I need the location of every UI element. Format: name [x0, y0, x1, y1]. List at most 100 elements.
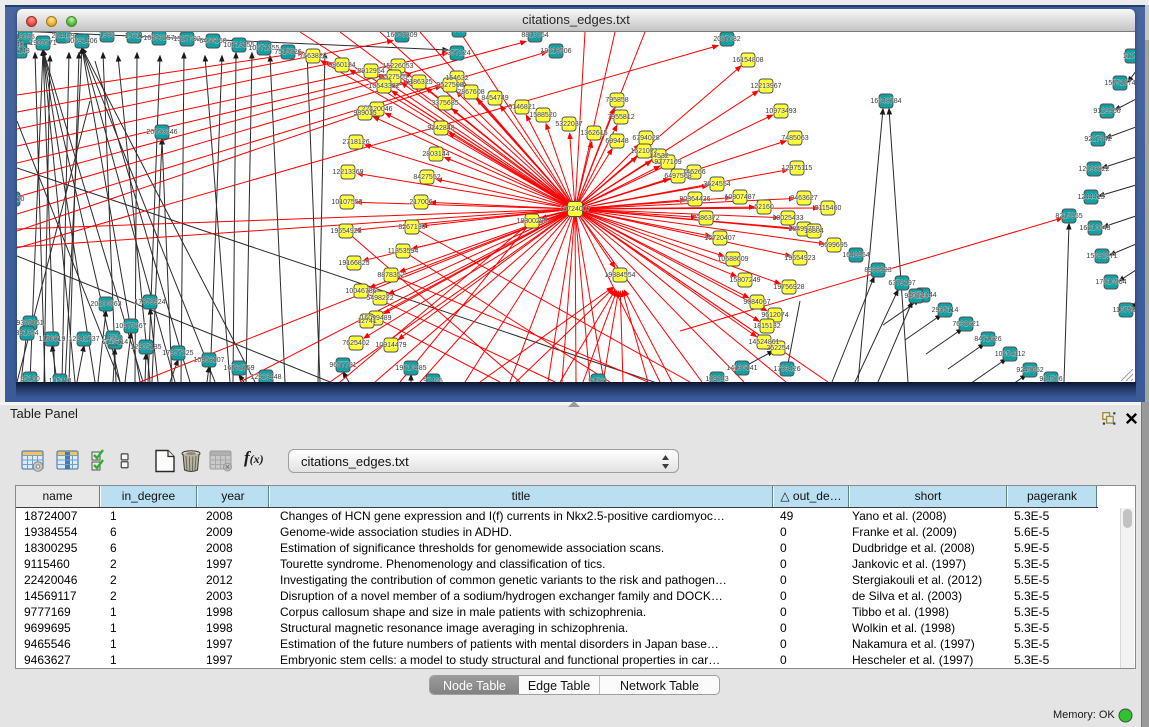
svg-text:19218506: 19218506 [540, 48, 571, 55]
svg-text:12942737: 12942737 [68, 336, 99, 343]
svg-text:15226053: 15226053 [382, 63, 413, 70]
svg-text:11174: 11174 [1123, 53, 1135, 60]
svg-text:8267130: 8267130 [398, 224, 425, 231]
svg-text:8878352: 8878352 [377, 272, 404, 279]
svg-text:9242848: 9242848 [427, 125, 454, 132]
svg-text:98371: 98371 [449, 32, 469, 34]
svg-text:16782759: 16782759 [223, 365, 254, 372]
svg-text:19166825: 19166825 [338, 260, 369, 267]
svg-text:9527505: 9527505 [380, 74, 407, 81]
svg-text:7357224: 7357224 [443, 50, 470, 57]
svg-text:9612074: 9612074 [761, 312, 788, 319]
svg-text:97465: 97465 [423, 378, 443, 382]
svg-text:62160: 62160 [754, 204, 774, 211]
svg-text:7515526: 7515526 [274, 49, 301, 56]
svg-text:12975115: 12975115 [782, 165, 813, 172]
svg-text:8938923: 8938923 [864, 267, 891, 274]
svg-text:2935114: 2935114 [932, 307, 959, 314]
svg-text:105110: 105110 [49, 378, 72, 382]
svg-text:1640954: 1640954 [842, 252, 869, 259]
svg-text:7663822: 7663822 [299, 53, 326, 60]
svg-text:9335061: 9335061 [17, 320, 44, 327]
svg-text:9527508: 9527508 [436, 82, 463, 89]
svg-text:10975867: 10975867 [115, 323, 146, 330]
svg-text:10543382: 10543382 [368, 83, 399, 90]
svg-text:9146821: 9146821 [508, 104, 535, 111]
svg-text:10688609: 10688609 [717, 256, 748, 263]
svg-text:19143: 19143 [17, 48, 30, 55]
svg-text:2803144: 2803144 [422, 151, 449, 158]
svg-text:91581: 91581 [588, 378, 608, 382]
svg-text:5322037: 5322037 [555, 121, 582, 128]
svg-text:12923448: 12923448 [250, 374, 281, 381]
svg-text:989015: 989015 [353, 110, 376, 117]
svg-text:8215955: 8215955 [1055, 213, 1082, 220]
svg-text:6379197: 6379197 [888, 280, 915, 287]
svg-text:7955812: 7955812 [607, 114, 634, 121]
svg-text:9657791: 9657791 [329, 362, 356, 369]
svg-text:8186325: 8186325 [405, 79, 432, 86]
svg-text:19384554: 19384554 [604, 272, 635, 279]
svg-text:8427552: 8427552 [413, 174, 440, 181]
svg-text:1983: 1983 [99, 32, 115, 39]
svg-text:15751074: 15751074 [1104, 80, 1135, 87]
svg-text:795858: 795858 [605, 97, 628, 104]
svg-text:7485063: 7485063 [781, 135, 808, 142]
svg-text:18300295: 18300295 [516, 218, 547, 225]
svg-text:9129966: 9129966 [1093, 108, 1120, 115]
svg-text:18724007: 18724007 [559, 206, 590, 213]
svg-text:10973493: 10973493 [765, 108, 796, 115]
svg-text:11353594: 11353594 [388, 248, 419, 255]
svg-text:3624554: 3624554 [703, 181, 730, 188]
svg-text:1527602: 1527602 [173, 36, 200, 43]
svg-text:1905571: 1905571 [29, 40, 56, 47]
svg-text:17359924: 17359924 [134, 299, 165, 306]
svg-text:8471626: 8471626 [974, 336, 1001, 343]
svg-text:10654112: 10654112 [995, 351, 1026, 358]
svg-text:9463627: 9463627 [790, 195, 817, 202]
svg-text:20053346: 20053346 [146, 129, 177, 136]
svg-text:95100: 95100 [20, 376, 40, 382]
svg-text:19654925: 19654925 [330, 228, 361, 235]
svg-text:12741: 12741 [357, 318, 377, 325]
svg-text:7632621: 7632621 [952, 321, 979, 328]
svg-text:2718126: 2718126 [342, 139, 369, 146]
svg-text:15807249: 15807249 [729, 277, 760, 284]
svg-text:6794028: 6794028 [632, 135, 659, 142]
svg-text:16154808: 16154808 [732, 57, 763, 64]
svg-text:12213369: 12213369 [332, 169, 363, 176]
svg-text:17016504: 17016504 [1095, 279, 1126, 286]
svg-text:10914479: 10914479 [375, 342, 406, 349]
svg-text:20440: 20440 [17, 42, 24, 49]
svg-text:252254: 252254 [766, 345, 789, 352]
svg-text:15692971: 15692971 [1086, 253, 1117, 260]
svg-text:12213967: 12213967 [750, 83, 781, 90]
svg-text:16053809: 16053809 [386, 32, 417, 39]
svg-text:19756928: 19756928 [773, 284, 804, 291]
svg-text:8813054: 8813054 [521, 32, 548, 39]
svg-text:1733426: 1733426 [773, 366, 800, 373]
svg-text:19716485: 19716485 [395, 365, 426, 372]
svg-text:391394: 391394 [17, 330, 39, 337]
svg-text:19654923: 19654923 [784, 255, 815, 262]
svg-text:12905135: 12905135 [130, 344, 161, 351]
svg-text:699448: 699448 [605, 138, 628, 145]
svg-text:3375685: 3375685 [431, 100, 458, 107]
svg-text:15720407: 15720407 [704, 235, 735, 242]
svg-text:9777169: 9777169 [654, 159, 681, 166]
svg-text:10025433: 10025433 [772, 215, 803, 222]
svg-text:9227342: 9227342 [1084, 136, 1111, 143]
svg-text:105110: 105110 [17, 196, 25, 203]
svg-text:9084067: 9084067 [743, 299, 770, 306]
svg-text:8454749: 8454749 [481, 95, 508, 102]
svg-text:924506: 924506 [1039, 376, 1062, 382]
svg-text:746266: 746266 [682, 169, 705, 176]
svg-text:19811: 19811 [125, 33, 144, 40]
svg-text:20691406: 20691406 [66, 38, 97, 45]
svg-text:1167533: 1167533 [1113, 307, 1135, 314]
svg-text:10107552: 10107552 [331, 199, 362, 206]
svg-text:10046786: 10046786 [345, 288, 376, 295]
svg-text:14136141: 14136141 [726, 365, 757, 372]
svg-text:109243: 109243 [705, 376, 728, 382]
svg-text:1156819: 1156819 [39, 336, 66, 343]
